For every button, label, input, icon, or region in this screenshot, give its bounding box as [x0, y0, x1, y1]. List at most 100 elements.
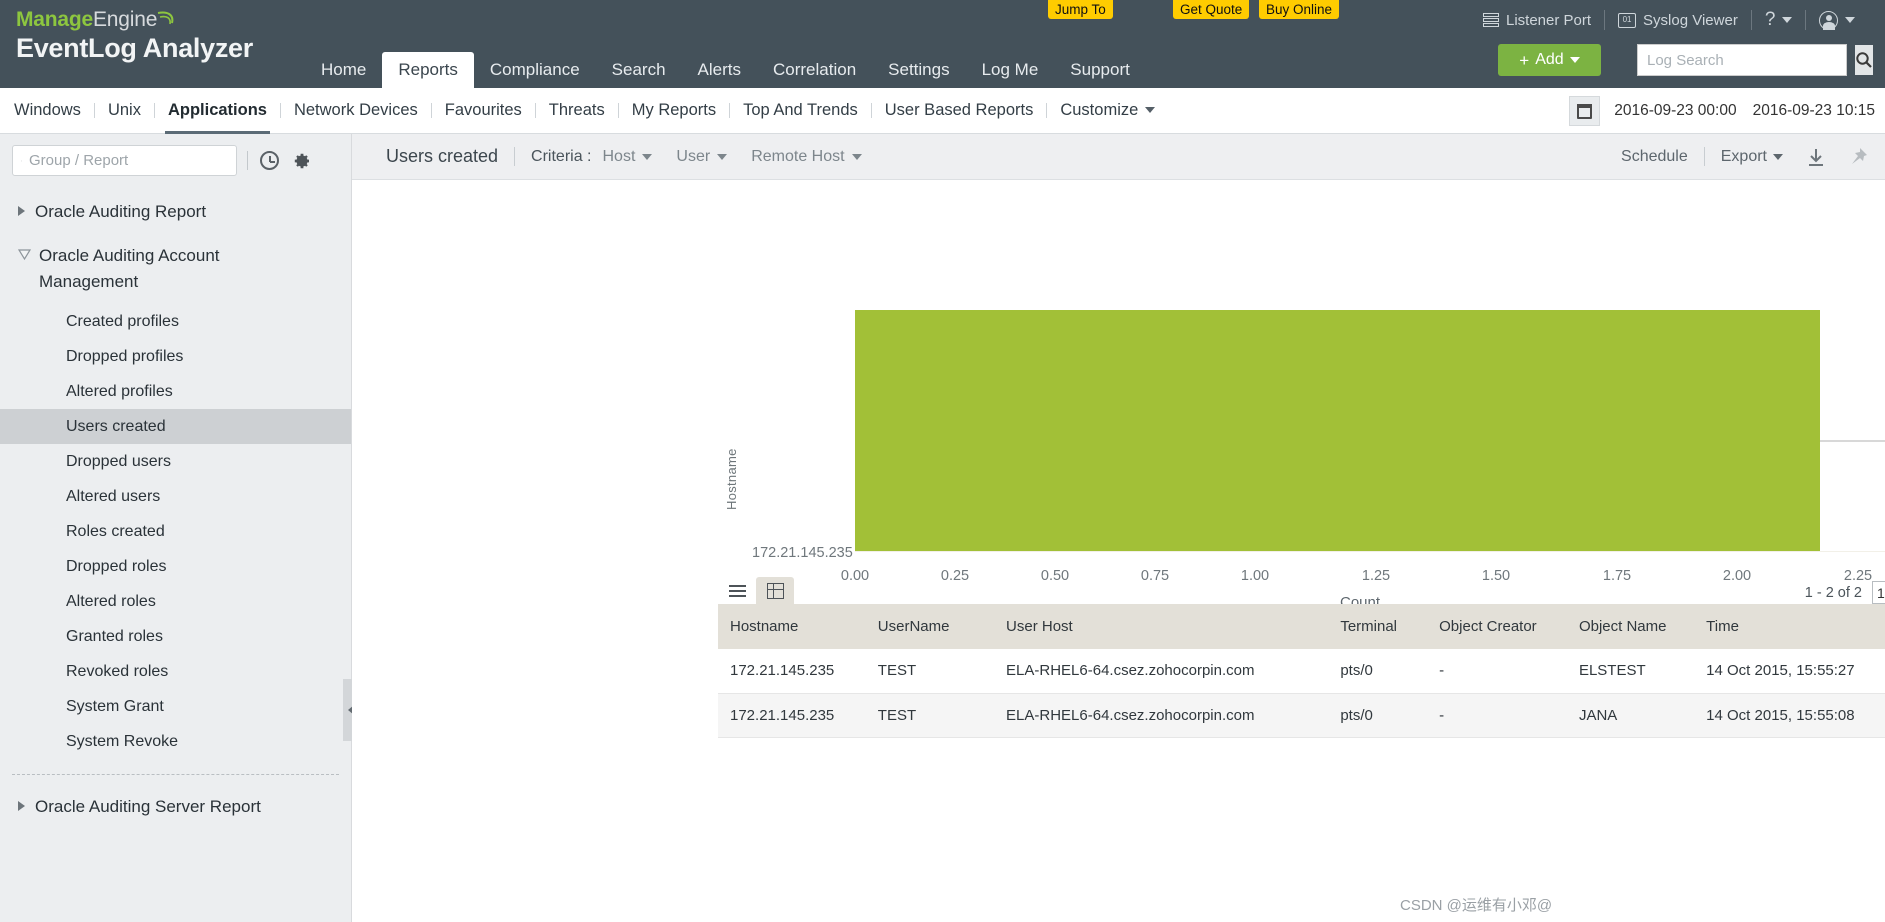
chevron-down-icon	[1845, 17, 1856, 23]
subnav-item-my-reports[interactable]: My Reports	[619, 101, 729, 120]
sidebar-search-input[interactable]	[22, 152, 228, 169]
sidebar-item-dropped-profiles[interactable]: Dropped profiles	[0, 339, 351, 374]
pin-icon[interactable]	[1847, 146, 1869, 168]
calendar-button[interactable]	[1569, 96, 1601, 126]
sidebar-item-users-created[interactable]: Users created	[0, 409, 351, 444]
column-header-username[interactable]: UserName	[877, 604, 1007, 649]
sidebar-item-created-profiles[interactable]: Created profiles	[0, 304, 351, 339]
date-range-picker[interactable]: 2016-09-23 00:00 2016-09-23 10:15	[1569, 96, 1875, 126]
product-logo[interactable]: ManageEngine EventLog Analyzer	[16, 6, 253, 63]
nav-tab-search[interactable]: Search	[596, 52, 682, 88]
help-menu-button[interactable]: ?	[1765, 9, 1793, 31]
nav-tab-compliance[interactable]: Compliance	[474, 52, 596, 88]
sidebar-item-altered-profiles[interactable]: Altered profiles	[0, 374, 351, 409]
list-icon	[728, 582, 746, 600]
chevron-down-icon	[642, 153, 653, 160]
application-window: ManageEngine EventLog Analyzer Jump To G…	[0, 0, 1885, 922]
grid-view-button[interactable]	[756, 577, 794, 604]
column-header-user-host[interactable]: User Host	[1006, 604, 1341, 649]
table-row[interactable]: 172.21.145.235 TEST ELA-RHEL6-64.csez.zo…	[718, 649, 1885, 694]
log-search-input[interactable]	[1638, 45, 1855, 75]
nav-tab-log-me[interactable]: Log Me	[966, 52, 1055, 88]
table-row[interactable]: 172.21.145.235 TEST ELA-RHEL6-64.csez.zo…	[718, 693, 1885, 738]
criteria-host-dropdown[interactable]: Host	[603, 148, 653, 166]
sidebar-search-box[interactable]	[12, 145, 237, 176]
listener-port-button[interactable]: Listener Port	[1483, 12, 1591, 29]
column-header-hostname[interactable]: Hostname	[718, 604, 878, 649]
user-avatar-icon	[1819, 10, 1839, 30]
toolbar-divider	[1703, 147, 1705, 166]
column-header-time[interactable]: Time	[1706, 604, 1885, 649]
page-size-value: 10	[1877, 584, 1885, 601]
subnav-item-unix[interactable]: Unix	[95, 101, 154, 120]
export-dropdown[interactable]: Export	[1721, 148, 1783, 166]
sidebar-item-system-revoke[interactable]: System Revoke	[0, 724, 351, 759]
listener-port-label: Listener Port	[1506, 11, 1592, 29]
grid-icon	[766, 582, 784, 599]
subnav-item-windows[interactable]: Windows	[0, 101, 94, 120]
chevron-down-icon	[1569, 57, 1580, 63]
sidebar-item-altered-roles[interactable]: Altered roles	[0, 584, 351, 619]
sidebar-item-altered-users[interactable]: Altered users	[0, 479, 351, 514]
report-tree: Oracle Auditing Report Oracle Auditing A…	[0, 190, 351, 829]
criteria-remote-host-dropdown[interactable]: Remote Host	[751, 147, 862, 166]
header-divider	[1805, 10, 1807, 30]
tree-group-oracle-auditing-server-report[interactable]: Oracle Auditing Server Report	[0, 785, 351, 829]
nav-tab-alerts[interactable]: Alerts	[682, 52, 757, 88]
nav-tab-correlation[interactable]: Correlation	[757, 52, 872, 88]
subnav-item-threats[interactable]: Threats	[536, 101, 618, 120]
date-from[interactable]: 2016-09-23 00:00	[1614, 102, 1736, 120]
download-icon[interactable]	[1805, 146, 1827, 168]
page-size-select[interactable]: 10	[1872, 581, 1885, 604]
sidebar-item-system-grant[interactable]: System Grant	[0, 689, 351, 724]
cell-username: TEST	[877, 693, 1007, 738]
subnav-item-network-devices[interactable]: Network Devices	[281, 101, 431, 120]
column-header-object-creator[interactable]: Object Creator	[1439, 604, 1579, 649]
criteria-remote-host-label: Remote Host	[751, 147, 845, 165]
chart-bar[interactable]	[855, 310, 1820, 551]
syslog-viewer-label: Syslog Viewer	[1643, 11, 1738, 29]
user-account-menu[interactable]	[1819, 10, 1856, 30]
buy-online-button[interactable]: Buy Online	[1259, 0, 1340, 19]
syslog-viewer-button[interactable]: 01 Syslog Viewer	[1618, 12, 1738, 29]
chevron-down-icon	[851, 153, 862, 160]
sidebar-item-granted-roles[interactable]: Granted roles	[0, 619, 351, 654]
sidebar-item-roles-created[interactable]: Roles created	[0, 514, 351, 549]
add-button[interactable]: + Add	[1498, 44, 1601, 76]
subnav-item-applications[interactable]: Applications	[155, 101, 280, 134]
sidebar-item-revoked-roles[interactable]: Revoked roles	[0, 654, 351, 689]
jump-to-button[interactable]: Jump To	[1048, 0, 1113, 19]
tree-group-oracle-auditing-account-management[interactable]: Oracle Auditing Account Management	[0, 234, 351, 304]
nav-tab-reports[interactable]: Reports	[382, 52, 474, 88]
search-submit-button[interactable]	[1855, 45, 1873, 75]
brand-manage: Manage	[16, 8, 93, 31]
gear-icon[interactable]	[291, 151, 311, 171]
cell-time: 14 Oct 2015, 15:55:27	[1706, 649, 1885, 694]
column-header-terminal[interactable]: Terminal	[1340, 604, 1440, 649]
sidebar-item-dropped-roles[interactable]: Dropped roles	[0, 549, 351, 584]
report-title: Users created	[386, 146, 499, 166]
subnav-item-user-based-reports[interactable]: User Based Reports	[872, 101, 1047, 120]
column-header-object-name[interactable]: Object Name	[1578, 604, 1707, 649]
log-search-box[interactable]	[1637, 44, 1873, 76]
criteria-user-dropdown[interactable]: User	[676, 148, 728, 166]
nav-tab-home[interactable]: Home	[305, 52, 382, 88]
date-to[interactable]: 2016-09-23 10:15	[1753, 102, 1875, 120]
nav-tab-settings[interactable]: Settings	[872, 52, 965, 88]
manageengine-wordmark: ManageEngine	[16, 6, 253, 32]
clock-icon[interactable]	[260, 151, 279, 170]
sidebar-item-dropped-users[interactable]: Dropped users	[0, 444, 351, 479]
subnav-item-top-and-trends[interactable]: Top And Trends	[730, 101, 871, 120]
subnav-item-favourites[interactable]: Favourites	[432, 101, 535, 120]
tree-group-oracle-auditing-report[interactable]: Oracle Auditing Report	[0, 190, 351, 234]
nav-tab-support[interactable]: Support	[1054, 52, 1146, 88]
report-toolbar-actions: Schedule Export	[1621, 146, 1869, 168]
schedule-button[interactable]: Schedule	[1621, 148, 1688, 166]
get-quote-button[interactable]: Get Quote	[1173, 0, 1250, 19]
chevron-right-icon	[18, 206, 25, 216]
watermark: CSDN @运维有小邓@	[1400, 897, 1553, 914]
list-view-button[interactable]	[718, 577, 756, 604]
subnav-item-customize[interactable]: Customize	[1047, 101, 1168, 120]
cell-object-creator: -	[1439, 693, 1579, 738]
add-button-label: Add	[1535, 51, 1564, 68]
